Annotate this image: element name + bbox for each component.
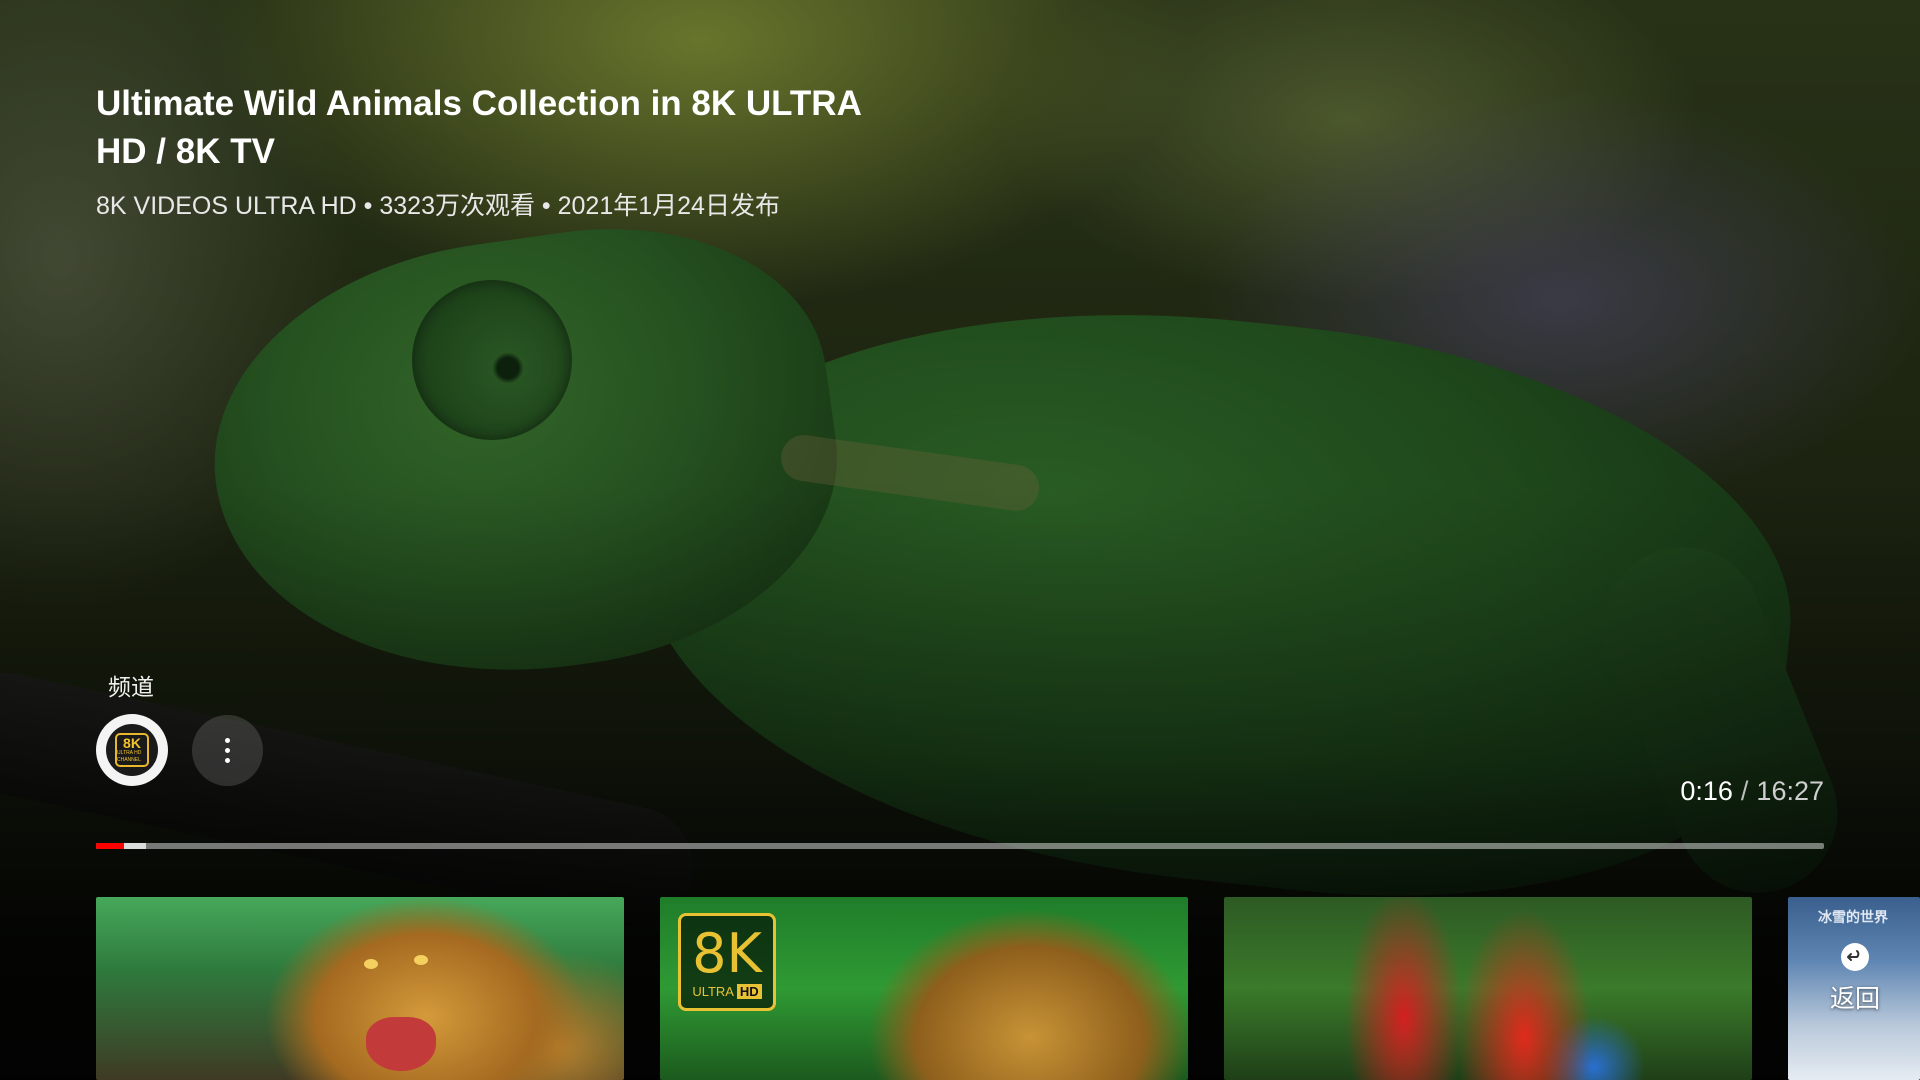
video-thumbnail-snow[interactable]: 冰雪的世界 返回 xyxy=(1788,897,1920,1080)
time-separator: / xyxy=(1740,776,1749,806)
channel-label: 频道 xyxy=(108,674,154,700)
video-title: Ultimate Wild Animals Collection in 8K U… xyxy=(96,84,861,171)
channel-avatar-button[interactable]: 8K ULTRA HD CHANNEL xyxy=(96,714,168,786)
badge-8k-text: 8K xyxy=(692,921,762,985)
current-time: 0:16 xyxy=(1680,776,1733,806)
thumbnail-caption: 冰雪的世界 xyxy=(1818,909,1888,925)
back-label: 返回 xyxy=(1829,985,1880,1013)
avatar: 8K ULTRA HD CHANNEL xyxy=(106,724,158,776)
leopard-mouth xyxy=(366,1017,436,1071)
avatar-logo-subtext: ULTRA HD CHANNEL xyxy=(117,750,142,763)
avatar-logo-text: 8K xyxy=(123,735,141,751)
leopard-eye xyxy=(414,955,428,965)
channel-logo: 8K ULTRA HD CHANNEL xyxy=(115,733,149,767)
more-vert-icon xyxy=(225,738,230,763)
leopard-eye xyxy=(364,959,378,969)
time-readout: 0:16/16:27 xyxy=(1680,776,1824,807)
back-button[interactable]: 返回 xyxy=(1810,943,1900,1023)
video-meta: 8K VIDEOS ULTRA HD • 3323万次观看 • 2021年1月2… xyxy=(96,192,780,220)
video-thumbnail-macaws[interactable] xyxy=(1224,897,1752,1080)
8k-ultra-hd-badge: 8K ULTRA HD xyxy=(678,913,776,1011)
video-thumbnail-jaguar-8k[interactable]: 8K ULTRA HD xyxy=(660,897,1188,1080)
back-arrow-icon xyxy=(1841,943,1869,971)
more-options-button[interactable] xyxy=(192,715,263,786)
badge-ultra-hd-text: ULTRA HD xyxy=(692,983,762,999)
video-thumbnail-leopard[interactable] xyxy=(96,897,624,1080)
progress-played xyxy=(96,843,124,849)
progress-bar[interactable] xyxy=(96,843,1824,849)
total-duration: 16:27 xyxy=(1756,776,1824,806)
